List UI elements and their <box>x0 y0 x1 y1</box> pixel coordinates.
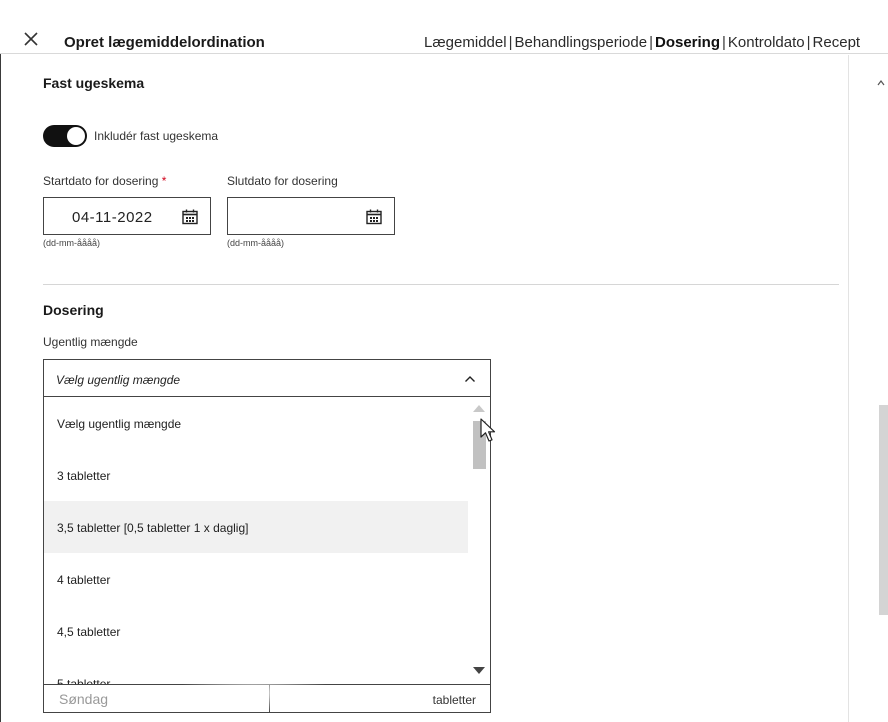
start-date-input[interactable]: 04-11-2022 <box>43 197 211 235</box>
row-divider <box>269 685 270 712</box>
weekday-unit: tabletter <box>432 693 476 707</box>
option-text: 3,5 tabletter [0,5 tabletter 1 x daglig] <box>57 521 249 535</box>
chevron-up-icon <box>465 376 475 382</box>
calendar-icon[interactable] <box>182 209 198 225</box>
page-scroll-thumb[interactable] <box>879 405 888 615</box>
scroll-up-arrow-icon[interactable] <box>473 405 485 412</box>
include-schedule-toggle[interactable] <box>43 125 87 147</box>
dialog-header: Opret lægemiddelordination Lægemiddel | Be… <box>0 0 888 54</box>
step-dosering[interactable]: Dosering <box>655 34 720 51</box>
step-separator: | <box>806 34 811 51</box>
option-3-tabletter[interactable]: 3 tabletter <box>44 449 468 501</box>
step-laegemiddel[interactable]: Lægemiddel <box>424 34 507 51</box>
weekly-amount-label: Ugentlig mængde <box>43 335 138 349</box>
calendar-icon[interactable] <box>366 209 382 225</box>
select-placeholder: Vælg ugentlig mængde <box>56 373 181 387</box>
toggle-knob <box>67 127 85 145</box>
page-scrollbar[interactable] <box>848 55 888 722</box>
step-kontroldato[interactable]: Kontroldato <box>728 34 805 51</box>
listbox-scrollbar[interactable] <box>468 397 490 684</box>
weekly-amount-listbox[interactable]: Vælg ugentlig mængde 3 tabletter 3,5 tab… <box>43 397 491 685</box>
step-separator: | <box>722 34 726 51</box>
start-date-value: 04-11-2022 <box>72 209 153 226</box>
option-text: 3 tabletter <box>57 469 111 483</box>
option-3-5-tabletter[interactable]: 3,5 tabletter [0,5 tabletter 1 x daglig] <box>44 501 468 553</box>
scroll-thumb[interactable] <box>473 421 486 469</box>
option-text: 4,5 tabletter <box>57 625 121 639</box>
scroll-down-arrow-icon[interactable] <box>473 667 485 674</box>
option-4-tabletter[interactable]: 4 tabletter <box>44 553 468 605</box>
end-date-input[interactable] <box>227 197 395 235</box>
page-scroll-up-icon[interactable] <box>877 79 885 87</box>
weekly-amount-select[interactable]: Vælg ugentlig mængde <box>43 359 491 397</box>
dialog-content: Fast ugeskema Inkludér fast ugeskema Sta… <box>14 55 848 722</box>
end-date-hint: (dd-mm-åååå) <box>227 238 285 248</box>
close-button[interactable] <box>22 30 40 48</box>
required-mark: * <box>161 174 167 188</box>
weekday-row-sondag: Søndag tabletter <box>43 685 491 713</box>
option-text: Vælg ugentlig mængde <box>57 417 182 431</box>
end-date-label: Slutdato for dosering <box>227 174 338 188</box>
step-behandlingsperiode[interactable]: Behandlingsperiode <box>514 34 647 51</box>
close-icon <box>24 32 38 46</box>
option-4-5-tabletter[interactable]: 4,5 tabletter <box>44 605 468 657</box>
step-separator: | <box>649 34 653 51</box>
step-recept[interactable]: Recept <box>813 34 861 51</box>
option-placeholder[interactable]: Vælg ugentlig mængde <box>44 397 468 449</box>
option-text: 5 tabletter <box>57 677 111 685</box>
step-navigation: Lægemiddel | Behandlingsperiode | Dosering | K… <box>424 34 860 51</box>
start-date-hint: (dd-mm-åååå) <box>43 238 101 248</box>
section-divider <box>43 284 839 285</box>
dialog-title: Opret lægemiddelordination <box>64 34 265 51</box>
section-title-fast-ugeskema: Fast ugeskema <box>43 75 145 91</box>
option-5-tabletter[interactable]: 5 tabletter <box>44 657 468 685</box>
start-date-label: Startdato for dosering * <box>43 174 166 188</box>
start-date-label-text: Startdato for dosering <box>43 174 159 188</box>
option-text: 4 tabletter <box>57 573 111 587</box>
section-title-dosering: Dosering <box>43 302 104 318</box>
toggle-label: Inkludér fast ugeskema <box>94 129 219 143</box>
weekday-label: Søndag <box>59 691 109 707</box>
